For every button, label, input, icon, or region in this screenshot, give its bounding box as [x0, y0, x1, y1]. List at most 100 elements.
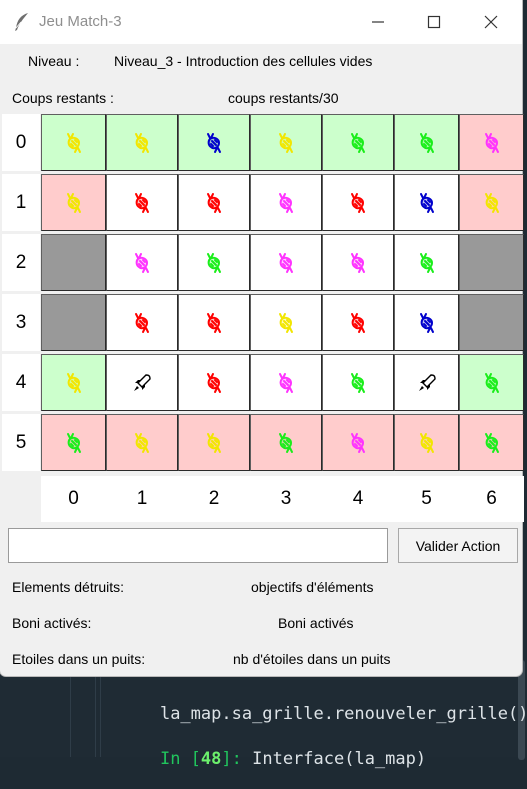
maximize-icon: [427, 15, 441, 29]
grid-cell[interactable]: [41, 414, 106, 471]
candy-icon: [279, 252, 293, 273]
level-value: Niveau_3 - Introduction des cellules vid…: [114, 53, 373, 69]
minimize-icon: [372, 21, 384, 23]
grid-cell[interactable]: [41, 174, 106, 231]
grid-cell[interactable]: [394, 414, 459, 471]
candy-icon: [207, 192, 221, 213]
grid-cell[interactable]: [41, 234, 106, 291]
grid-cell[interactable]: [178, 174, 250, 231]
console-prompt: In [: [159, 749, 201, 769]
grid-cell[interactable]: [459, 114, 524, 171]
rocket-icon: [418, 373, 436, 391]
moves-label: Coups restants :: [12, 90, 114, 106]
grid-cell[interactable]: [322, 294, 394, 351]
row-header: 5: [2, 414, 40, 471]
grid-cell[interactable]: [459, 414, 524, 471]
stars-value: nb d'étoiles dans un puits: [233, 651, 391, 667]
feather-icon: [15, 13, 28, 31]
grid-cell[interactable]: [322, 114, 394, 171]
grid-cell[interactable]: [322, 414, 394, 471]
maximize-button[interactable]: [406, 0, 462, 44]
candy-icon: [279, 132, 293, 153]
grid-cell[interactable]: [41, 354, 106, 411]
action-input[interactable]: [8, 528, 388, 563]
candy-icon: [207, 252, 221, 273]
console-prompt-close: ]:: [221, 749, 242, 769]
grid-cell[interactable]: [250, 234, 322, 291]
grid-cell[interactable]: [394, 354, 459, 411]
candy-icon: [484, 372, 499, 393]
candy-icon: [351, 252, 365, 273]
grid-cell[interactable]: [178, 294, 250, 351]
candy-icon: [135, 252, 149, 273]
grid-cell[interactable]: [459, 354, 524, 411]
row-header: 3: [2, 294, 40, 351]
grid-cell[interactable]: [394, 294, 459, 351]
grid-cell[interactable]: [250, 354, 322, 411]
candy-icon: [207, 132, 221, 153]
row-header: 1: [2, 174, 40, 231]
candy-icon: [351, 132, 365, 153]
console-prompt-number: 48: [200, 749, 222, 769]
column-header: 4: [322, 476, 394, 522]
grid-cell[interactable]: [106, 294, 178, 351]
candy-icon: [135, 432, 149, 453]
grid-cell[interactable]: [459, 294, 524, 351]
column-header: 1: [106, 476, 178, 522]
grid-cell[interactable]: [250, 414, 322, 471]
grid-cell[interactable]: [250, 174, 322, 231]
candy-icon: [351, 372, 365, 393]
app-window: Jeu Match-3 Niveau : Niveau_3 - Introduc…: [0, 0, 524, 676]
candy-icon: [419, 192, 434, 213]
level-label: Niveau :: [28, 53, 80, 69]
candy-icon: [135, 192, 149, 213]
grid-cell[interactable]: [41, 294, 106, 351]
column-header: 5: [394, 476, 459, 522]
window-title: Jeu Match-3: [39, 13, 122, 30]
candy-icon: [351, 192, 365, 213]
destroyed-value: objectifs d'éléments: [251, 579, 374, 595]
grid-cell[interactable]: [106, 414, 178, 471]
candy-icon: [419, 432, 434, 453]
candy-icon: [207, 372, 221, 393]
candy-icon: [66, 132, 81, 153]
grid-cell[interactable]: [250, 114, 322, 171]
grid-cell[interactable]: [459, 234, 524, 291]
bonus-value: Boni activés: [278, 615, 354, 631]
grid-cell[interactable]: [322, 354, 394, 411]
row-header: 2: [2, 234, 40, 291]
grid-cell[interactable]: [322, 234, 394, 291]
grid-cell[interactable]: [178, 114, 250, 171]
rocket-icon: [134, 373, 151, 391]
grid-cell[interactable]: [394, 234, 459, 291]
close-button[interactable]: [463, 0, 519, 44]
grid-cell[interactable]: [106, 114, 178, 171]
close-icon: [484, 15, 498, 29]
candy-icon: [484, 192, 499, 213]
grid-cell[interactable]: [106, 354, 178, 411]
candy-icon: [351, 432, 365, 453]
grid-cell[interactable]: [250, 294, 322, 351]
candy-icon: [351, 312, 365, 333]
title-bar[interactable]: Jeu Match-3: [0, 0, 522, 44]
candy-icon: [279, 192, 293, 213]
grid-cell[interactable]: [459, 174, 524, 231]
candy-icon: [207, 312, 221, 333]
grid-cell[interactable]: [106, 234, 178, 291]
grid-cell[interactable]: [322, 174, 394, 231]
grid-cell[interactable]: [178, 354, 250, 411]
row-header: 0: [2, 114, 40, 171]
column-header: 3: [250, 476, 322, 522]
candy-icon: [419, 312, 434, 333]
grid-cell[interactable]: [394, 174, 459, 231]
grid-cell[interactable]: [178, 234, 250, 291]
grid-cell[interactable]: [106, 174, 178, 231]
minimize-button[interactable]: [350, 0, 406, 44]
validate-action-button[interactable]: Valider Action: [398, 528, 518, 563]
candy-icon: [279, 372, 293, 393]
grid-cell[interactable]: [41, 114, 106, 171]
grid-cell[interactable]: [394, 114, 459, 171]
grid-cell[interactable]: [178, 414, 250, 471]
candy-icon: [135, 132, 149, 153]
candy-icon: [66, 372, 81, 393]
